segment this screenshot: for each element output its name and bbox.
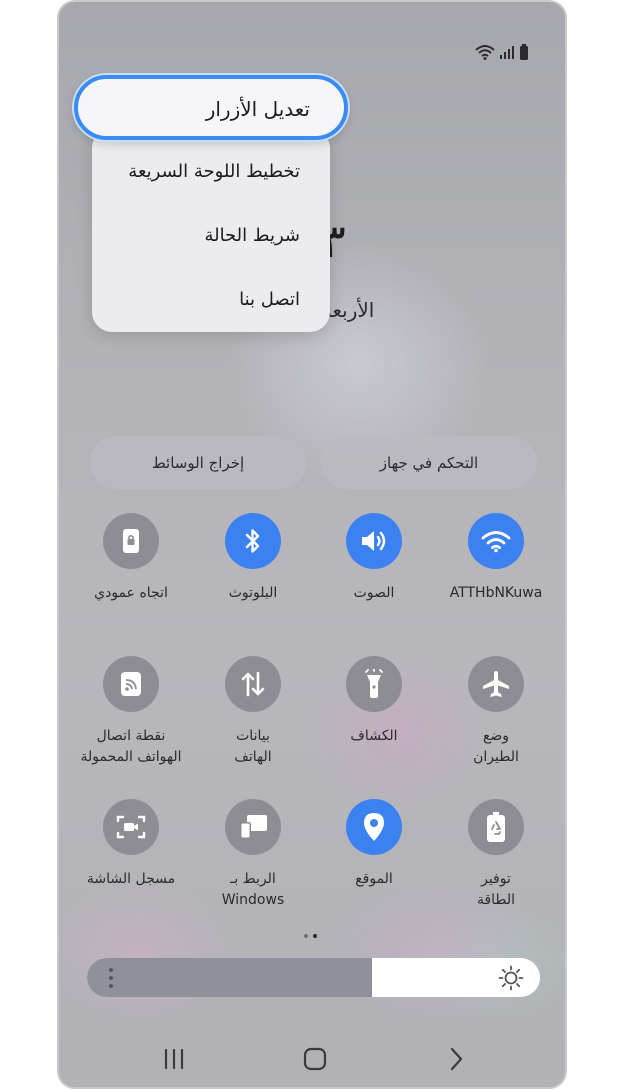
volume-icon bbox=[362, 531, 386, 551]
phone-screen: ٣ الأربعاء تخطيط اللوحة السريعة شريط الح… bbox=[57, 0, 567, 1089]
sun-icon bbox=[498, 965, 524, 991]
tile-label: مسجل الشاشة bbox=[86, 871, 176, 887]
brightness-fill bbox=[87, 958, 373, 997]
power-saving-icon bbox=[487, 812, 505, 842]
context-menu: تخطيط اللوحة السريعة شريط الحالة اتصل بن… bbox=[92, 128, 330, 332]
screen-recorder-icon bbox=[116, 815, 146, 839]
page-dot-current bbox=[313, 934, 317, 938]
more-options-handle[interactable] bbox=[109, 968, 113, 988]
home-icon bbox=[303, 1047, 327, 1071]
tile-label: الربط بـ Windows bbox=[221, 871, 285, 908]
tile-link-to-windows[interactable]: الربط بـ Windows bbox=[198, 799, 308, 911]
tile-airplane[interactable]: وضع الطيران bbox=[441, 656, 551, 768]
media-output-button[interactable]: إخراج الوسائط bbox=[90, 436, 306, 489]
page-dot bbox=[304, 934, 308, 938]
menu-item-status-bar[interactable]: شريط الحالة bbox=[204, 225, 300, 246]
navigation-bar bbox=[59, 1042, 565, 1076]
menu-item-edit-buttons[interactable]: تعديل الأزرار bbox=[74, 75, 348, 140]
tile-hotspot[interactable]: نقطة اتصال الهواتف المحمولة bbox=[76, 656, 186, 768]
hotspot-icon bbox=[121, 672, 141, 696]
tile-screen-recorder[interactable]: مسجل الشاشة bbox=[76, 799, 186, 890]
tile-location[interactable]: الموقع bbox=[319, 799, 429, 890]
tile-flashlight[interactable]: الكشاف bbox=[319, 656, 429, 747]
tile-wifi[interactable]: ATTHbNKuwa bbox=[441, 513, 551, 604]
menu-item-edit-buttons-label: تعديل الأزرار bbox=[205, 97, 310, 121]
signal-icon bbox=[500, 46, 514, 59]
tile-label: توفير الطاقة bbox=[476, 871, 516, 908]
tile-label: نقطة اتصال الهواتف المحمولة bbox=[80, 728, 182, 765]
portrait-lock-icon bbox=[123, 529, 139, 553]
tile-mobile-data[interactable]: بيانات الهاتف bbox=[198, 656, 308, 768]
wifi-icon bbox=[481, 531, 511, 553]
mobile-data-icon bbox=[241, 671, 265, 697]
page-indicator bbox=[304, 934, 317, 938]
tile-portrait[interactable]: اتجاه عمودي bbox=[76, 513, 186, 604]
flashlight-icon bbox=[365, 669, 383, 698]
tile-label: وضع الطيران bbox=[473, 728, 519, 765]
tile-sound[interactable]: الصوت bbox=[319, 513, 429, 604]
airplane-icon bbox=[483, 671, 509, 697]
tile-label: الصوت bbox=[353, 585, 395, 601]
tile-label: البلوتوث bbox=[228, 585, 278, 601]
tile-label: بيانات الهاتف bbox=[234, 728, 272, 765]
link-to-windows-icon bbox=[240, 815, 267, 839]
menu-item-quick-panel-layout[interactable]: تخطيط اللوحة السريعة bbox=[128, 161, 300, 182]
recent-apps-button[interactable] bbox=[154, 1042, 194, 1076]
tile-label: الموقع bbox=[355, 871, 393, 887]
wifi-icon bbox=[475, 45, 495, 60]
bluetooth-icon bbox=[245, 529, 260, 553]
device-control-button[interactable]: التحكم في جهاز bbox=[321, 436, 537, 489]
tile-label: الكشاف bbox=[350, 728, 398, 744]
brightness-slider[interactable] bbox=[87, 958, 540, 997]
recent-apps-icon bbox=[164, 1049, 184, 1069]
home-button[interactable] bbox=[295, 1042, 335, 1076]
menu-item-contact-us[interactable]: اتصل بنا bbox=[239, 289, 300, 310]
tile-power-saving[interactable]: توفير الطاقة bbox=[441, 799, 551, 911]
status-bar bbox=[475, 44, 529, 60]
back-icon bbox=[450, 1047, 463, 1071]
location-icon bbox=[364, 813, 384, 841]
tile-bluetooth[interactable]: البلوتوث bbox=[198, 513, 308, 604]
tile-label: ATTHbNKuwa bbox=[449, 585, 543, 601]
tile-label: اتجاه عمودي bbox=[94, 585, 168, 601]
battery-icon bbox=[520, 44, 528, 60]
back-button[interactable] bbox=[436, 1042, 476, 1076]
